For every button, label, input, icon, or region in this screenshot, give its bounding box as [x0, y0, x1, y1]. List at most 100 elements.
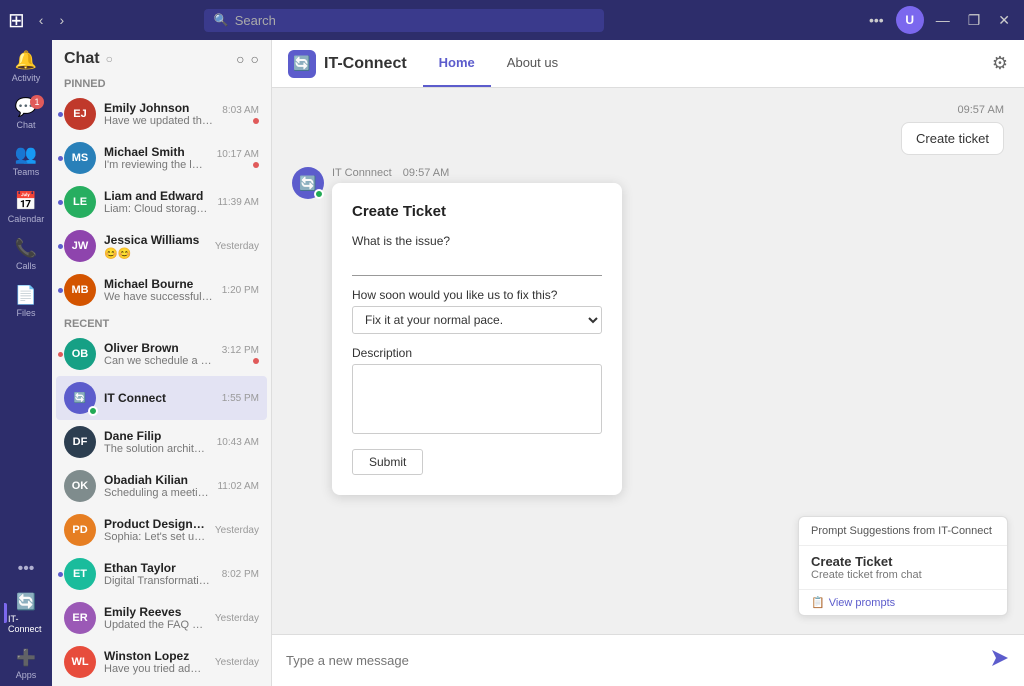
chat-item-product-design[interactable]: PD Product Design Team Sophia: Let's set…	[56, 508, 267, 552]
prompt-item-create-ticket[interactable]: Create Ticket Create ticket from chat	[799, 546, 1007, 589]
chat-time: Yesterday	[215, 657, 259, 668]
app-nav: Home About us	[423, 40, 574, 87]
avatar-liam-edward: LE	[64, 186, 96, 218]
app-logo-icon: 🔄	[288, 50, 316, 78]
pinned-dot	[58, 572, 63, 577]
avatar-it-connect: 🔄	[64, 382, 96, 414]
chat-item-it-connect[interactable]: 🔄 IT Connect 1:55 PM	[56, 376, 267, 420]
chat-name: Product Design Team	[104, 517, 207, 531]
chat-meta: Yesterday	[215, 241, 259, 252]
search-bar[interactable]: 🔍	[204, 9, 604, 32]
chat-item-winston-lopez[interactable]: WL Winston Lopez Have you tried addressi…	[56, 640, 267, 684]
urgency-select[interactable]: Fix it at your normal pace. Fix it ASAP …	[352, 306, 602, 334]
chat-time: 10:43 AM	[217, 437, 259, 448]
sidebar-item-calls[interactable]: 📞 Calls	[4, 232, 48, 277]
chat-name: Liam and Edward	[104, 189, 209, 203]
avatar-obadiah-kilian: OK	[64, 470, 96, 502]
chat-name: Obadiah Kilian	[104, 473, 209, 487]
back-button[interactable]: ‹	[33, 10, 50, 30]
chat-item-oliver-brown[interactable]: OB Oliver Brown Can we schedule a quick …	[56, 332, 267, 376]
chat-meta: 3:12 PM	[222, 345, 259, 364]
sidebar-item-teams[interactable]: 👥 Teams	[4, 138, 48, 183]
sidebar-item-chat[interactable]: 💬 Chat 1	[4, 91, 48, 136]
bot-online-indicator	[314, 189, 324, 199]
nav-item-home[interactable]: Home	[423, 40, 491, 87]
chat-item-emily-reeves[interactable]: ER Emily Reeves Updated the FAQ session …	[56, 596, 267, 640]
pinned-dot	[58, 288, 63, 293]
new-chat-icon[interactable]: ○	[236, 51, 244, 67]
bot-name-time: IT Connnect 09:57 AM	[332, 167, 622, 179]
sidebar-item-activity[interactable]: 🔔 Activity	[4, 44, 48, 89]
chat-name: Jessica Williams	[104, 233, 207, 247]
chat-item-ethan-taylor[interactable]: ET Ethan Taylor Digital Transformation t…	[56, 552, 267, 596]
view-prompts-link[interactable]: 📋 View prompts	[799, 589, 1007, 615]
settings-button[interactable]: ⚙	[992, 53, 1008, 74]
chat-name: Winston Lopez	[104, 649, 207, 663]
sidebar-item-label-calendar: Calendar	[8, 214, 45, 224]
chat-preview: I'm reviewing the latest IT infr...	[104, 159, 209, 171]
close-button[interactable]: ✕	[992, 10, 1016, 31]
chat-meta: 10:17 AM	[217, 149, 259, 168]
more-icon: •••	[18, 560, 35, 578]
chat-item-emily-johnson[interactable]: EJ Emily Johnson Have we updated the cli…	[56, 92, 267, 136]
teams-icon: 👥	[15, 144, 37, 165]
chat-preview: Sophia: Let's set up a brainstor...	[104, 531, 207, 543]
chat-item-jessica-williams[interactable]: JW Jessica Williams 😊😊 Yesterday	[56, 224, 267, 268]
description-textarea[interactable]	[352, 364, 602, 434]
sidebar-item-files[interactable]: 📄 Files	[4, 279, 48, 324]
files-icon: 📄	[15, 285, 37, 306]
chat-name: Michael Bourne	[104, 277, 214, 291]
create-ticket-modal: Create Ticket What is the issue? How soo…	[332, 183, 622, 495]
create-ticket-bubble: Create ticket	[901, 122, 1004, 155]
pinned-dot	[58, 200, 63, 205]
content-area: 🔄 IT-Connect Home About us ⚙ 09:57 AM Cr…	[272, 40, 1024, 686]
chat-panel-title: Chat ○	[64, 50, 113, 68]
search-input[interactable]	[235, 13, 594, 28]
urgency-form-group: How soon would you like us to fix this? …	[352, 288, 602, 334]
submit-button[interactable]: Submit	[352, 449, 423, 475]
nav-item-about[interactable]: About us	[491, 40, 574, 87]
user-avatar[interactable]: U	[896, 6, 924, 34]
pinned-section-label: Pinned	[52, 72, 271, 92]
sidebar-item-it-connect[interactable]: 🔄 IT-Connect	[4, 586, 48, 640]
minimize-button[interactable]: —	[930, 10, 956, 30]
restore-button[interactable]: ❐	[962, 10, 987, 31]
sidebar-item-calendar[interactable]: 📅 Calendar	[4, 185, 48, 230]
message-input[interactable]	[286, 653, 980, 668]
avatar-winston-lopez: WL	[64, 646, 96, 678]
send-button[interactable]	[990, 648, 1010, 673]
view-prompts-icon: 📋	[811, 596, 825, 609]
chat-content: 09:57 AM Create ticket 🔄 IT Connnect 09:…	[272, 88, 1024, 686]
titlebar: ⊞ ‹ › 🔍 ••• U — ❐ ✕	[0, 0, 1024, 40]
chat-list: EJ Emily Johnson Have we updated the cli…	[52, 92, 271, 686]
forward-button[interactable]: ›	[53, 10, 70, 30]
main-layout: 🔔 Activity 💬 Chat 1 👥 Teams 📅 Calendar 📞…	[0, 40, 1024, 686]
more-options-button[interactable]: •••	[863, 10, 890, 30]
prompt-suggestions-card: Prompt Suggestions from IT-Connect Creat…	[798, 516, 1008, 616]
pinned-dot	[58, 112, 63, 117]
chat-name: Michael Smith	[104, 145, 209, 159]
chat-item-liam-edward[interactable]: LE Liam and Edward Liam: Cloud storage o…	[56, 180, 267, 224]
filter-icon[interactable]: ○	[251, 51, 259, 67]
calls-icon: 📞	[15, 238, 37, 259]
chat-meta: 8:03 AM	[222, 105, 259, 124]
chat-info-ethan-taylor: Ethan Taylor Digital Transformation tren…	[104, 561, 214, 587]
chat-time: Yesterday	[215, 241, 259, 252]
bot-message-row: 🔄 IT Connnect 09:57 AM Create Ticket	[292, 167, 1004, 495]
avatar-dane-filip: DF	[64, 426, 96, 458]
prompt-suggestions-header: Prompt Suggestions from IT-Connect	[799, 517, 1007, 546]
chat-item-dane-filip[interactable]: DF Dane Filip The solution architecture …	[56, 420, 267, 464]
sidebar-item-more[interactable]: •••	[4, 554, 48, 584]
sidebar-item-apps[interactable]: ➕ Apps	[4, 642, 48, 686]
chat-time: 11:02 AM	[217, 481, 259, 492]
unread-indicator	[253, 162, 259, 168]
chat-item-michael-bourne[interactable]: MB Michael Bourne We have successfully t…	[56, 268, 267, 312]
chat-item-michael-smith[interactable]: MS Michael Smith I'm reviewing the lates…	[56, 136, 267, 180]
issue-input[interactable]	[352, 252, 602, 276]
chat-item-obadiah-kilian[interactable]: OK Obadiah Kilian Scheduling a meeting w…	[56, 464, 267, 508]
chat-preview: Digital Transformation trends i...	[104, 575, 214, 587]
avatar-ethan-taylor: ET	[64, 558, 96, 590]
chat-time: 8:02 PM	[222, 569, 259, 580]
chat-info-it-connect: IT Connect	[104, 391, 214, 405]
sidebar-item-label-activity: Activity	[12, 73, 41, 83]
